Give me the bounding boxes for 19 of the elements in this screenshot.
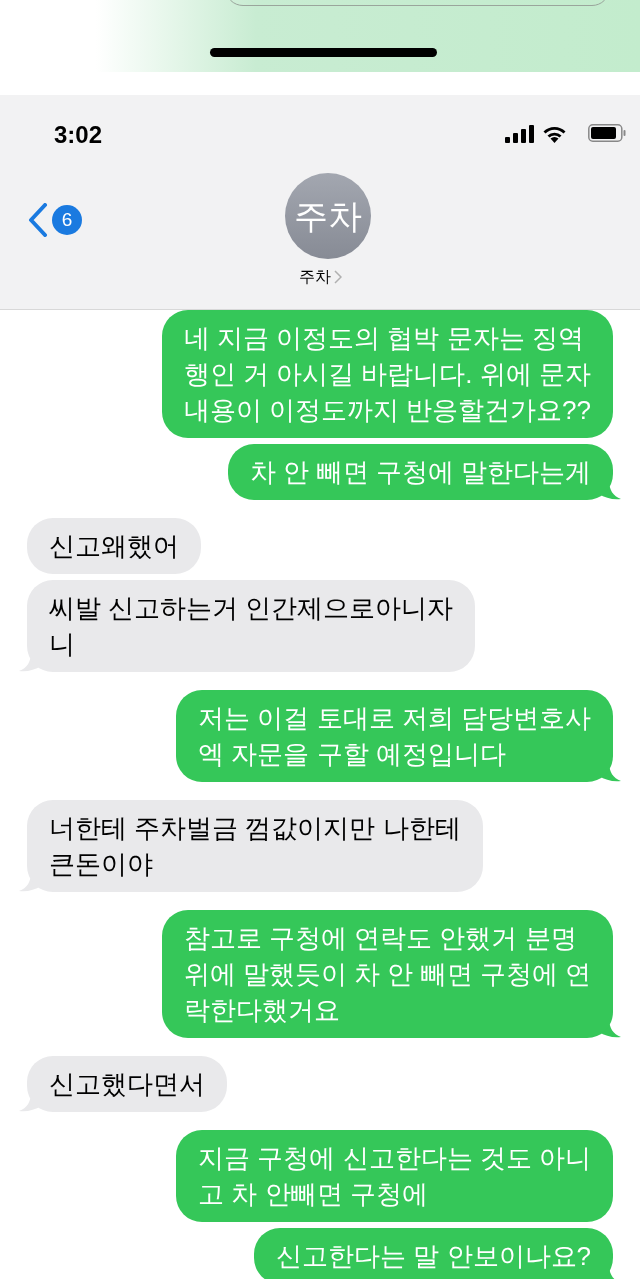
message-bubble: 네 지금 이정도의 협박 문자는 징역 행인 거 아시길 바랍니다. 위에 문자 내용이 이정도까지 반응할건가요?? <box>161 310 613 438</box>
message-bubble: 신고했다면서 <box>27 1056 227 1112</box>
battery-icon <box>588 124 626 142</box>
message-bubble: 신고한다는 말 안보이나요? <box>254 1228 613 1279</box>
message-bubble: 지금 구청에 신고한다는 것도 아니 고 차 안빼면 구청에 <box>176 1130 613 1222</box>
message-bubble: 차 안 빼면 구청에 말한다는게 <box>228 444 613 500</box>
back-chevron-icon <box>28 203 48 237</box>
message-bubble: 신고왜했어 <box>27 518 201 574</box>
contact-avatar[interactable]: 주차 <box>285 173 371 259</box>
message-bubble: 참고로 구청에 연락도 안했거 분명 위에 말했듯이 차 안 빼면 구청에 연 락한다했거요 <box>161 910 613 1038</box>
chevron-right-icon <box>333 270 342 284</box>
unread-badge: 6 <box>52 205 82 235</box>
contact-name[interactable]: 주차 <box>298 265 331 289</box>
signal-icon <box>505 125 534 143</box>
status-time: 3:02 <box>54 120 103 150</box>
message-bubble: 씨발 신고하는거 인간제으로아니자 니 <box>27 580 476 672</box>
message-bubble: 저는 이걸 토대로 저희 담당변호사 엑 자문을 구할 예정입니다 <box>176 690 613 782</box>
back-button[interactable]: 6 <box>28 203 82 237</box>
message-bubble: 너한테 주차벌금 껌값이지만 나한테 큰돈이야 <box>27 800 483 892</box>
